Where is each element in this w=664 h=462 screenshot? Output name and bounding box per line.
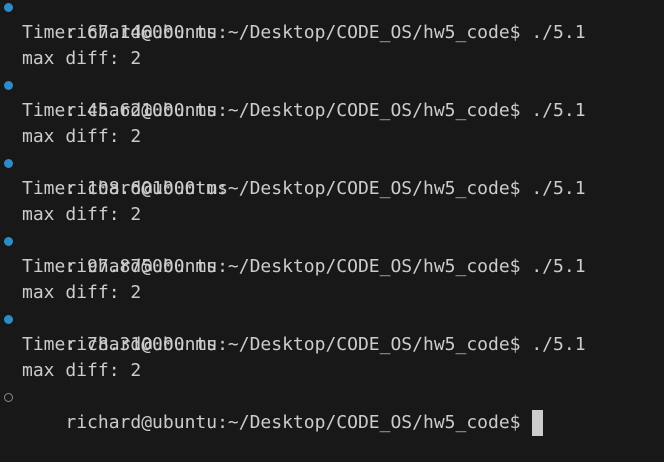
output-line: Time: 67.146000 ms (0, 20, 664, 46)
command-line: richard@ubuntu:~/Desktop/CODE_OS/hw5_cod… (0, 150, 664, 199)
output-time: Time: 97.875000 ms (22, 256, 218, 277)
text-cursor[interactable] (531, 410, 543, 436)
output-diff: max diff: 2 (22, 48, 142, 69)
output-time: Time: 45.621000 ms (22, 100, 218, 121)
output-line: Time: 45.621000 ms (0, 98, 664, 124)
output-time: Time: 78.310000 ms (22, 334, 218, 355)
command-success-icon[interactable] (4, 315, 13, 324)
command-success-icon[interactable] (4, 81, 13, 90)
output-line: max diff: 2 (0, 358, 664, 384)
output-diff: max diff: 2 (22, 126, 142, 147)
output-line: Time: 108.601000 ms (0, 176, 664, 202)
command-success-icon[interactable] (4, 3, 13, 12)
command-line: richard@ubuntu:~/Desktop/CODE_OS/hw5_cod… (0, 228, 664, 277)
output-time: Time: 108.601000 ms (22, 178, 228, 199)
terminal-panel[interactable]: richard@ubuntu:~/Desktop/CODE_OS/hw5_cod… (0, 0, 664, 436)
command-success-icon[interactable] (4, 159, 13, 168)
output-time: Time: 67.146000 ms (22, 22, 218, 43)
command-line: richard@ubuntu:~/Desktop/CODE_OS/hw5_cod… (0, 72, 664, 121)
output-line: max diff: 2 (0, 202, 664, 228)
output-line: Time: 78.310000 ms (0, 332, 664, 358)
output-diff: max diff: 2 (22, 360, 142, 381)
prompt-text: richard@ubuntu:~/Desktop/CODE_OS/hw5_cod… (65, 412, 521, 433)
command-success-icon[interactable] (4, 237, 13, 246)
output-line: max diff: 2 (0, 124, 664, 150)
output-line: max diff: 2 (0, 46, 664, 72)
command-pending-icon[interactable] (4, 393, 13, 402)
output-diff: max diff: 2 (22, 282, 142, 303)
output-line: Time: 97.875000 ms (0, 254, 664, 280)
active-prompt-line[interactable]: richard@ubuntu:~/Desktop/CODE_OS/hw5_cod… (0, 384, 664, 436)
command-line: richard@ubuntu:~/Desktop/CODE_OS/hw5_cod… (0, 0, 664, 43)
output-diff: max diff: 2 (22, 204, 142, 225)
output-line: max diff: 2 (0, 280, 664, 306)
command-line: richard@ubuntu:~/Desktop/CODE_OS/hw5_cod… (0, 306, 664, 355)
